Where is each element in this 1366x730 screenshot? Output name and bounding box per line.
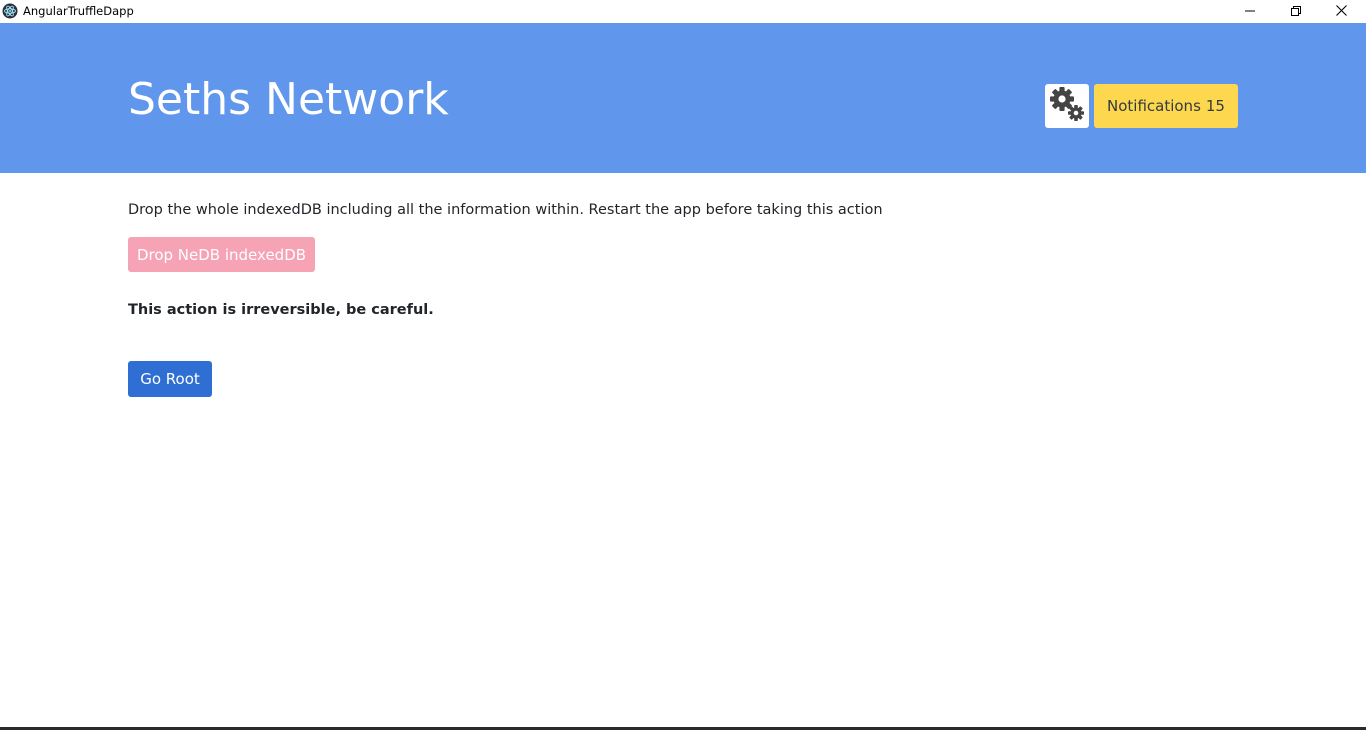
drop-nedb-button[interactable]: Drop NeDB indexedDB — [128, 237, 315, 272]
gears-icon — [1047, 84, 1087, 129]
restore-icon — [1291, 3, 1301, 21]
notifications-label: Notifications — [1107, 97, 1201, 115]
electron-atom-icon — [2, 3, 18, 19]
notifications-button[interactable]: Notifications 15 — [1094, 84, 1238, 128]
close-button[interactable] — [1318, 0, 1364, 23]
close-icon — [1335, 3, 1347, 21]
drop-db-description: Drop the whole indexedDB including all t… — [128, 202, 883, 218]
window-title: AngularTruffleDapp — [23, 4, 134, 18]
restore-button[interactable] — [1273, 0, 1319, 23]
irreversible-warning: This action is irreversible, be careful. — [128, 302, 434, 318]
minimize-button[interactable] — [1227, 0, 1273, 23]
brand-title: Seths Network — [128, 74, 449, 125]
settings-button[interactable] — [1045, 84, 1089, 128]
go-root-button[interactable]: Go Root — [128, 361, 212, 397]
minimize-icon — [1245, 3, 1255, 21]
notifications-count: 15 — [1205, 97, 1225, 115]
window-title-bar: AngularTruffleDapp — [0, 0, 1366, 23]
app-header: Seths Network Notifications 15 — [0, 23, 1366, 173]
